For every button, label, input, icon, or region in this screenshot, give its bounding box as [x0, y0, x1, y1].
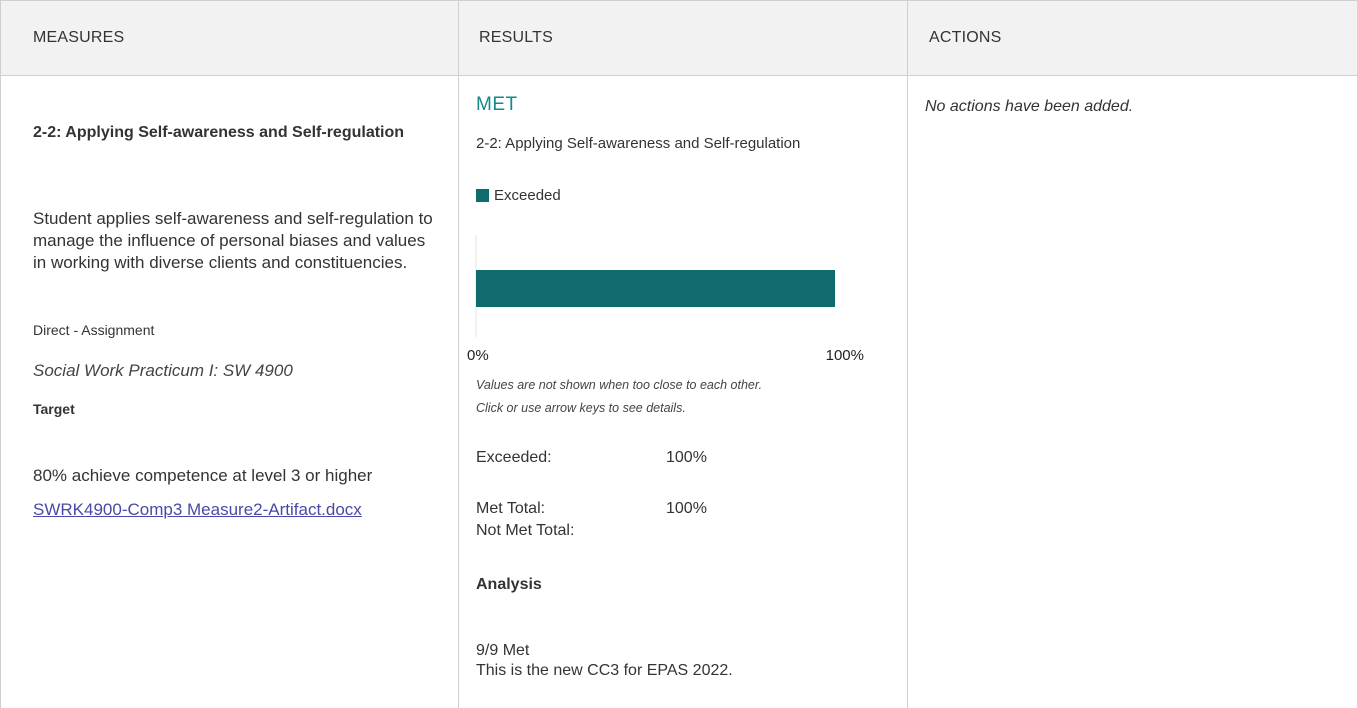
column-divider: [907, 0, 908, 708]
target-label: Target: [33, 401, 75, 417]
exceeded-label: Exceeded:: [476, 449, 552, 466]
header-results: RESULTS: [479, 29, 554, 46]
artifact-link[interactable]: SWRK4900-Comp3 Measure2-Artifact.docx: [33, 500, 433, 520]
header-actions: ACTIONS: [929, 29, 1002, 46]
chart-note-1: Values are not shown when too close to e…: [476, 378, 763, 392]
chart-bar-exceeded[interactable]: [476, 270, 835, 307]
column-divider: [458, 0, 459, 708]
result-title: 2-2: Applying Self-awareness and Self-re…: [476, 135, 801, 152]
analysis-text: 9/9 Met This is the new CC3 for EPAS 202…: [476, 641, 896, 681]
target-text: 80% achieve competence at level 3 or hig…: [33, 466, 373, 485]
legend-label: Exceeded: [494, 187, 561, 204]
measure-description: Student applies self-awareness and self-…: [33, 209, 433, 272]
measure-title: 2-2: Applying Self-awareness and Self-re…: [33, 124, 405, 141]
met-total-label: Met Total:: [476, 500, 546, 517]
results-table: MEASURES RESULTS ACTIONS 2-2: Applying S…: [0, 0, 1357, 708]
table-header: MEASURES RESULTS ACTIONS: [1, 0, 1357, 76]
legend-swatch: [476, 189, 489, 202]
exceeded-value: 100%: [666, 449, 707, 466]
measure-type: Direct - Assignment: [33, 322, 155, 338]
not-met-total-label: Not Met Total:: [476, 522, 575, 539]
no-actions-text: No actions have been added.: [925, 98, 1134, 115]
chart-note-2: Click or use arrow keys to see details.: [476, 401, 686, 415]
header-measures: MEASURES: [33, 29, 125, 46]
chart-legend[interactable]: Exceeded: [476, 187, 896, 204]
analysis-label: Analysis: [476, 576, 542, 593]
chart-tick-label: 0%: [467, 347, 489, 364]
chart-tick-label: 100%: [826, 347, 864, 364]
analysis-line-2: This is the new CC3 for EPAS 2022.: [476, 662, 733, 679]
met-total-value: 100%: [666, 500, 707, 517]
result-status: MET: [476, 94, 518, 115]
course-name: Social Work Practicum I: SW 4900: [33, 361, 293, 380]
analysis-line-1: 9/9 Met: [476, 642, 530, 659]
result-bar-chart[interactable]: 0% 100%: [467, 230, 877, 370]
